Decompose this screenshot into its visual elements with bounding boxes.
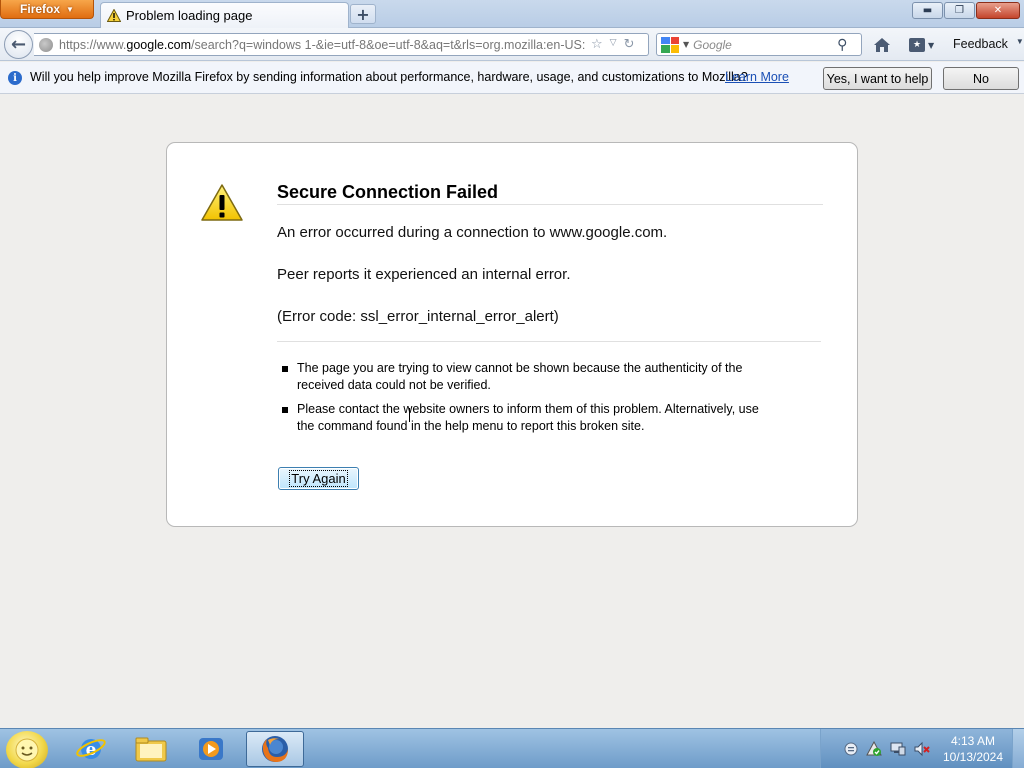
media-player-icon <box>199 738 223 760</box>
url-prefix: https://www. <box>59 37 127 52</box>
restore-button[interactable]: ❐ <box>944 2 975 19</box>
url-path: /search?q=windows 1-&ie=utf-8&oe=utf-8&a… <box>191 37 586 52</box>
system-clock[interactable]: 4:13 AM 10/13/2024 <box>936 733 1010 765</box>
chevron-down-icon: ▼ <box>928 40 935 50</box>
notification-area-icon[interactable] <box>843 741 859 757</box>
firefox-icon <box>262 736 288 762</box>
url-bar[interactable]: https://www.google.com/search?q=windows … <box>34 33 649 56</box>
taskbar-windows-explorer[interactable] <box>122 731 180 767</box>
window-controls: ▬ ❐ ✕ <box>912 2 1020 19</box>
start-button[interactable] <box>6 731 48 768</box>
new-tab-button[interactable]: + <box>350 4 376 24</box>
firefox-menu-button[interactable]: Firefox ▼ <box>0 0 94 19</box>
telemetry-notification-bar: i Will you help improve Mozilla Firefox … <box>0 62 1024 94</box>
info-icon: i <box>8 71 22 85</box>
bookmark-star-icon[interactable]: ☆ <box>591 37 603 52</box>
taskbar-firefox[interactable] <box>246 731 304 767</box>
tab-title: Problem loading page <box>126 8 253 23</box>
back-arrow-icon: ← <box>10 34 27 55</box>
error-page-container: Secure Connection Failed An error occurr… <box>166 142 858 527</box>
title-bar: Firefox ▼ Problem loading page + ▬ ❐ ✕ <box>0 0 1024 28</box>
history-dropdown-icon[interactable]: ▽ <box>610 37 617 52</box>
url-domain: google.com <box>126 37 192 52</box>
show-desktop-button[interactable] <box>1012 729 1024 768</box>
error-detail: Peer reports it experienced an internal … <box>277 266 571 283</box>
taskbar-media-player[interactable] <box>182 731 240 767</box>
no-button[interactable]: No <box>943 67 1019 90</box>
clock-time: 4:13 AM <box>950 734 996 748</box>
plus-icon: + <box>356 4 370 24</box>
close-icon: ✕ <box>993 5 1003 16</box>
chevron-down-icon[interactable]: ▼ <box>683 40 689 49</box>
globe-icon[interactable] <box>39 37 53 52</box>
navigation-toolbar: https://www.google.com/search?q=windows … <box>0 28 1024 61</box>
start-orb-icon <box>15 738 39 762</box>
error-description: An error occurred during a connection to… <box>277 224 668 241</box>
yes-help-button[interactable]: Yes, I want to help <box>823 67 932 90</box>
clock-date: 10/13/2024 <box>942 750 1004 764</box>
try-again-label: Try Again <box>289 470 348 487</box>
minimize-icon: ▬ <box>922 5 933 16</box>
search-icon[interactable]: ⚲ <box>837 37 847 53</box>
close-button[interactable]: ✕ <box>976 2 1020 19</box>
folder-icon <box>135 737 167 762</box>
reload-icon[interactable]: ↻ <box>624 37 635 52</box>
volume-muted-icon[interactable] <box>914 741 930 757</box>
text-cursor-icon <box>409 408 411 422</box>
feedback-label: Feedback <box>953 37 1008 51</box>
back-button[interactable]: ← <box>4 30 33 59</box>
bookmarks-button[interactable]: ★ ▼ <box>909 36 941 54</box>
feedback-button[interactable]: Feedback ▼ <box>953 37 1024 51</box>
taskbar: e 4:13 AM 10/13/2024 <box>0 728 1024 768</box>
home-icon <box>874 38 890 52</box>
error-explanation-list: The page you are trying to view cannot b… <box>279 360 779 442</box>
try-again-button[interactable]: Try Again <box>278 467 359 490</box>
network-icon[interactable] <box>890 741 906 757</box>
minimize-button[interactable]: ▬ <box>912 2 943 19</box>
warning-icon <box>201 184 243 221</box>
firefox-menu-label: Firefox <box>20 2 61 16</box>
google-engine-icon[interactable] <box>661 36 679 53</box>
chevron-down-icon: ▼ <box>66 4 74 14</box>
url-bar-icons: ☆ ▽ ↻ <box>591 37 634 52</box>
chevron-down-icon: ▼ <box>1015 37 1024 46</box>
url-text[interactable]: https://www.google.com/search?q=windows … <box>59 38 587 52</box>
error-title: Secure Connection Failed <box>277 182 499 202</box>
learn-more-link[interactable]: Learn More <box>725 70 789 84</box>
search-input[interactable] <box>693 37 834 52</box>
restore-icon: ❐ <box>955 5 964 16</box>
warning-icon <box>107 9 121 22</box>
taskbar-internet-explorer[interactable]: e <box>62 731 120 767</box>
action-center-icon[interactable] <box>866 741 882 757</box>
search-bar[interactable]: ▼ ⚲ <box>656 33 862 56</box>
home-button[interactable] <box>872 36 892 54</box>
divider <box>277 204 823 205</box>
divider <box>277 341 821 342</box>
list-item: The page you are trying to view cannot b… <box>279 360 779 394</box>
internet-explorer-icon: e <box>76 739 106 760</box>
error-code: (Error code: ssl_error_internal_error_al… <box>277 308 559 325</box>
tab-problem-loading-page[interactable]: Problem loading page <box>100 2 349 28</box>
notification-message: Will you help improve Mozilla Firefox by… <box>30 70 748 84</box>
bookmarks-icon: ★ <box>909 38 925 52</box>
list-item: Please contact the website owners to inf… <box>279 401 779 435</box>
